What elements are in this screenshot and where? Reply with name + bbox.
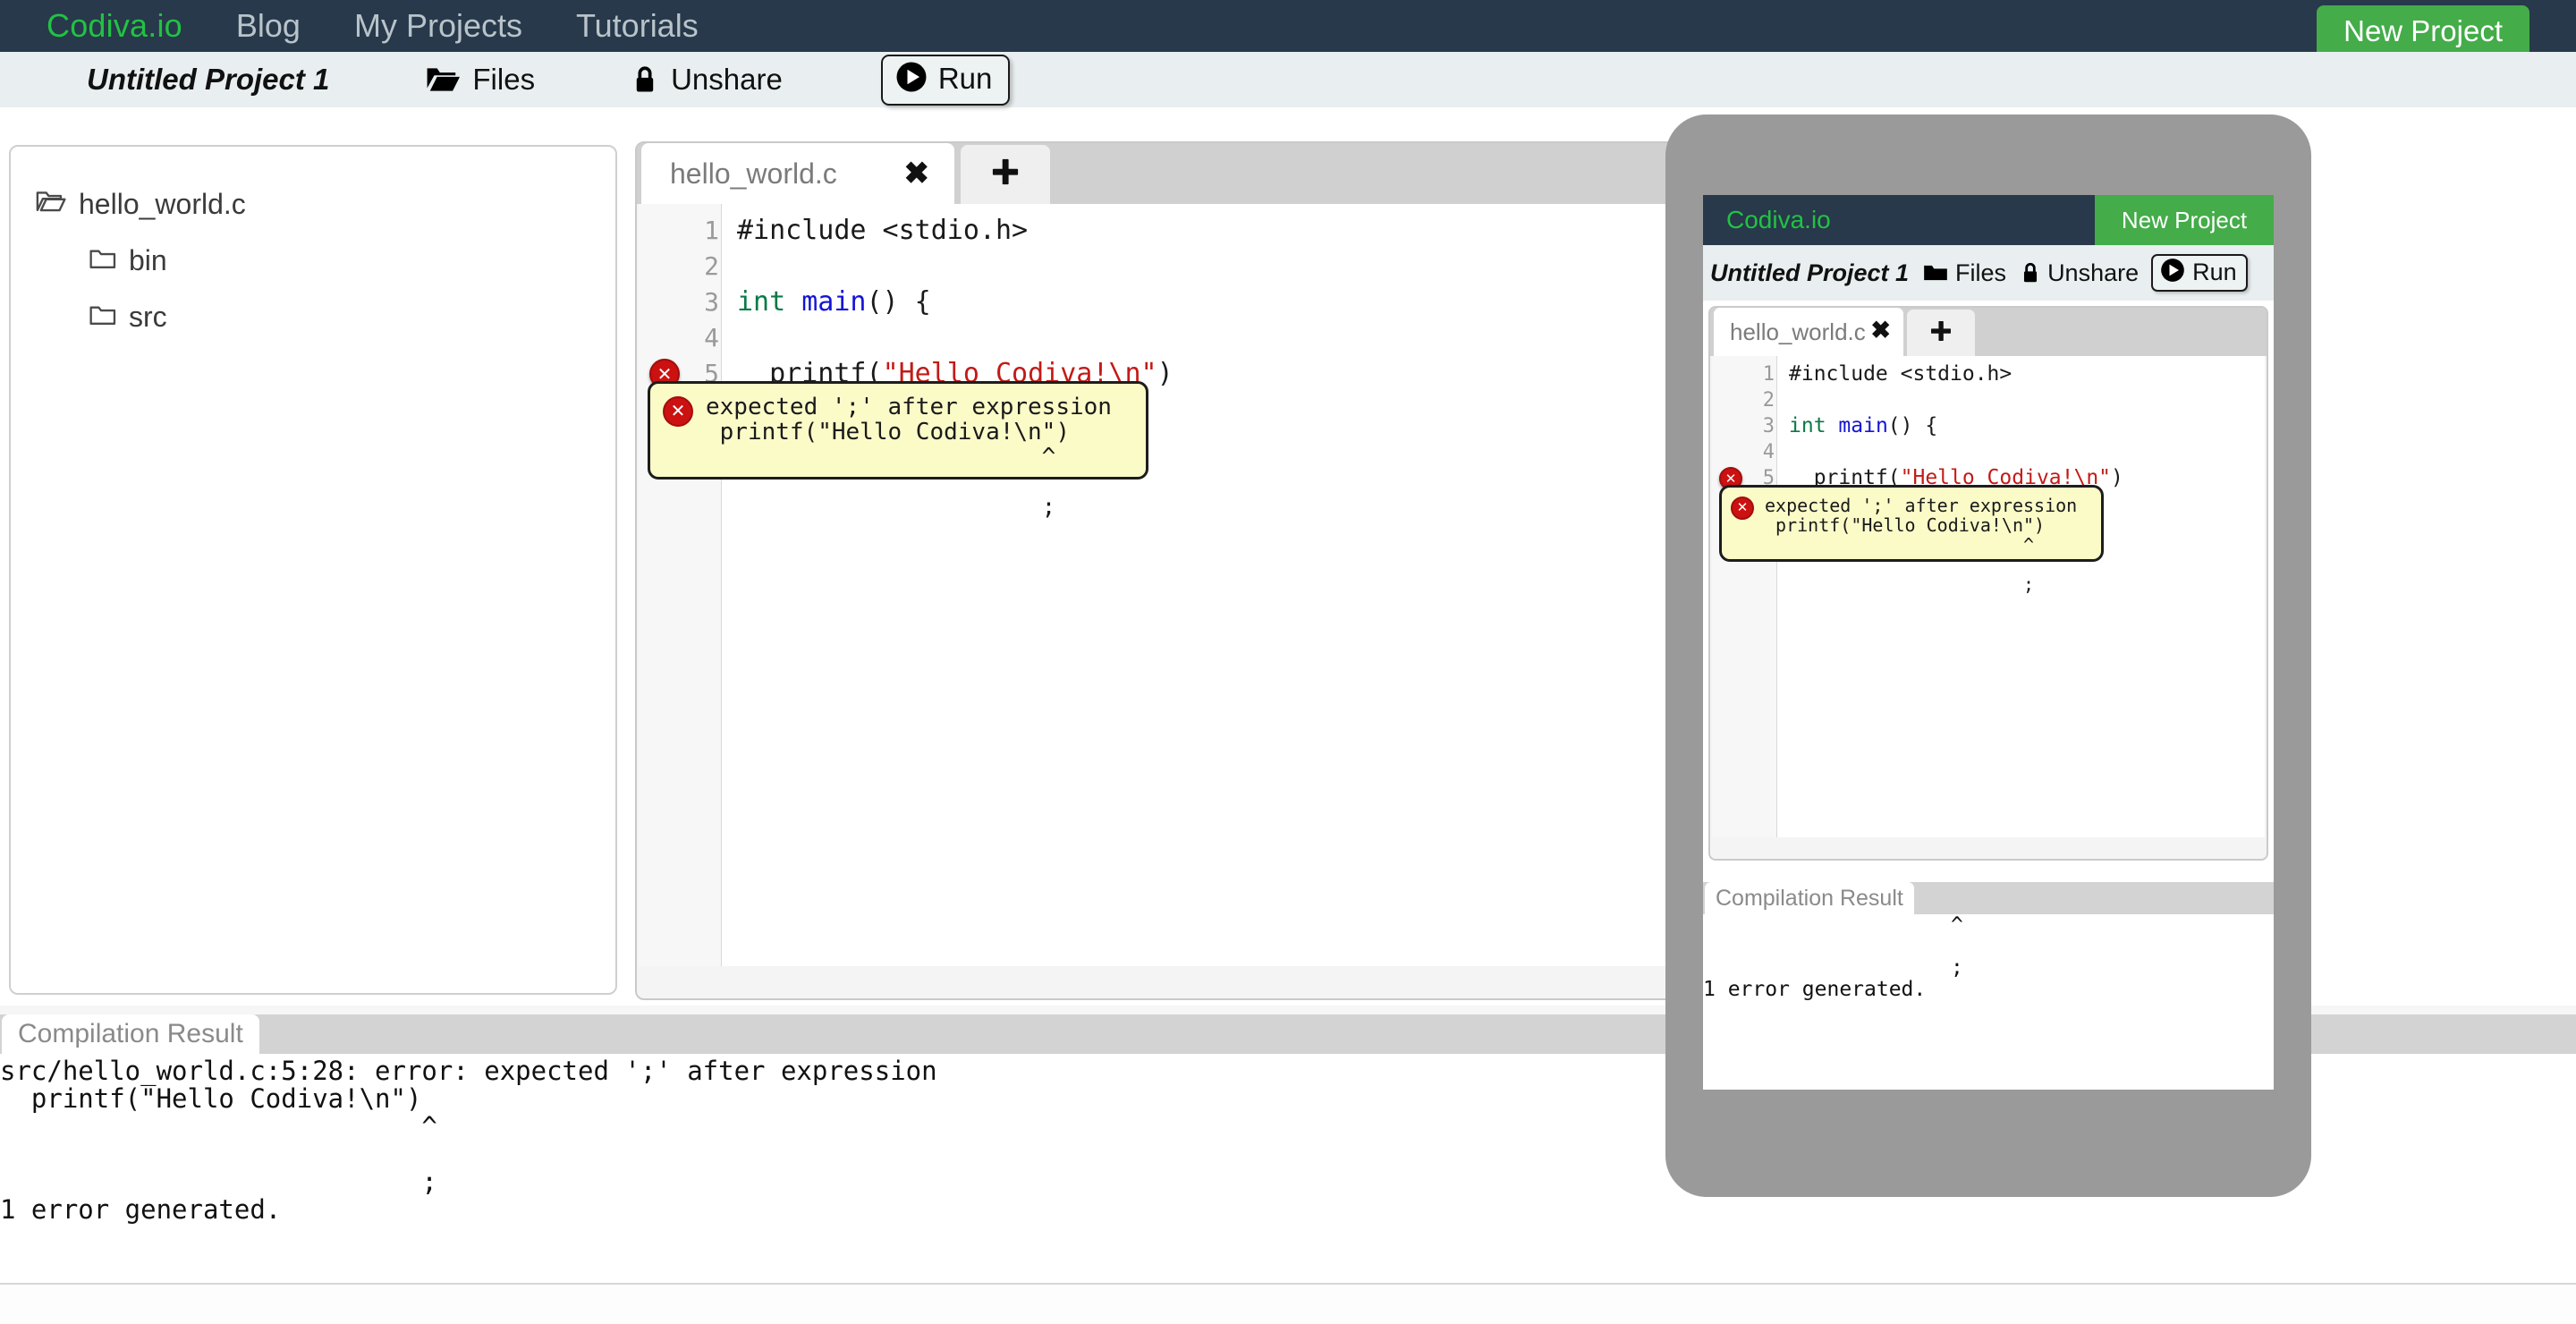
- phone-tab-hello-world-c[interactable]: hello_world.c ✖: [1714, 308, 1903, 356]
- code-text: int main() {: [737, 286, 931, 318]
- file-tree-root-label: hello_world.c: [79, 188, 246, 220]
- nav-link-tutorials[interactable]: Tutorials: [576, 7, 699, 45]
- tab-compilation-result[interactable]: Compilation Result: [2, 1014, 259, 1054]
- code-text: #include <stdio.h>: [1789, 362, 2012, 386]
- phone-mockup: Codiva.io New Project Untitled Project 1…: [1665, 115, 2311, 1197]
- phone-page-title: Untitled Project 1: [1710, 259, 1910, 286]
- run-button[interactable]: Run: [880, 54, 1011, 106]
- file-tree-item-label: bin: [129, 244, 167, 276]
- phone-unshare-label: Unshare: [2047, 259, 2140, 286]
- plus-icon: [1928, 318, 1953, 348]
- phone-screen: Codiva.io New Project Untitled Project 1…: [1703, 195, 2274, 1090]
- phone-files-label: Files: [1955, 259, 2007, 286]
- app-root: Codiva.io Blog My Projects Tutorials New…: [0, 0, 2576, 1324]
- phone-files-button[interactable]: Files: [1923, 259, 2006, 287]
- folder-icon: [89, 301, 116, 334]
- play-circle-icon: [2160, 258, 2185, 287]
- bottom-strip: [0, 1283, 2576, 1324]
- lock-icon: [2021, 261, 2040, 284]
- folder-icon: [89, 244, 116, 277]
- phone-tab-label: hello_world.c: [1730, 318, 1866, 345]
- line-number: 1: [1762, 363, 1775, 386]
- folder-open-icon: [36, 188, 66, 221]
- line-number: 3: [1762, 415, 1775, 437]
- close-icon[interactable]: ✖: [904, 156, 930, 191]
- file-tree-item-label: src: [129, 301, 167, 333]
- code-line: 1 #include <stdio.h>: [1712, 361, 2265, 387]
- phone-new-project-button[interactable]: New Project: [2095, 195, 2274, 245]
- line-number: 1: [704, 216, 719, 245]
- phone-unshare-button[interactable]: Unshare: [2021, 259, 2139, 287]
- error-tooltip: ✕ expected ';' after expression printf("…: [648, 381, 1148, 520]
- line-number: 3: [704, 287, 719, 317]
- add-tab-button[interactable]: [961, 145, 1050, 204]
- new-project-button[interactable]: New Project: [2317, 5, 2529, 58]
- folder-open-icon: [426, 65, 461, 94]
- phone-add-tab-button[interactable]: [1907, 310, 1975, 356]
- phone-compilation-tab-bar: Compilation Result: [1703, 882, 2274, 914]
- tab-label: hello_world.c: [670, 157, 837, 190]
- file-tree-item-src[interactable]: src: [89, 301, 615, 334]
- lock-icon: [631, 64, 658, 95]
- line-number: 2: [704, 251, 719, 281]
- code-text: int main() {: [1789, 414, 1938, 437]
- files-label: Files: [472, 63, 536, 96]
- phone-editor-tab-bar: hello_world.c ✖: [1710, 308, 2267, 356]
- nav-link-my-projects[interactable]: My Projects: [354, 7, 522, 45]
- page-title: Untitled Project 1: [87, 63, 330, 96]
- phone-compilation-result-panel: Compilation Result ^ ; 1 error generated…: [1703, 882, 2274, 1000]
- nav-link-blog[interactable]: Blog: [236, 7, 301, 45]
- code-line: 2: [1712, 387, 2265, 413]
- code-line: 3 int main() {: [1712, 413, 2265, 439]
- phone-error-tooltip-text: expected ';' after expression printf("He…: [1765, 495, 2078, 595]
- top-navbar: Codiva.io Blog My Projects Tutorials New…: [0, 0, 2576, 58]
- phone-code-area[interactable]: 1 #include <stdio.h> 2 3 int main() {4 5 prin…: [1712, 356, 2265, 837]
- line-number: 4: [1762, 441, 1775, 463]
- error-tooltip-icon: ✕: [663, 396, 693, 427]
- code-line: 4: [1712, 439, 2265, 465]
- phone-run-button[interactable]: Run: [2151, 254, 2248, 292]
- phone-navbar: Codiva.io New Project: [1703, 195, 2274, 245]
- phone-error-tooltip: ✕ expected ';' after expression printf("…: [1719, 485, 2104, 594]
- unshare-label: Unshare: [671, 63, 783, 96]
- phone-tab-compilation-result[interactable]: Compilation Result: [1705, 882, 1914, 914]
- code-text: #include <stdio.h>: [737, 215, 1029, 246]
- play-circle-icon: [895, 61, 928, 98]
- line-number: 2: [1762, 389, 1775, 412]
- project-toolbar: Untitled Project 1 Files Unshare Run: [0, 52, 2576, 107]
- file-tree-panel: hello_world.c bin src: [9, 145, 617, 995]
- phone-project-toolbar: Untitled Project 1 Files Unshare Run: [1703, 245, 2274, 301]
- folder-icon: [1923, 262, 1948, 284]
- phone-compilation-output: ^ ; 1 error generated.: [1703, 914, 2274, 1000]
- phone-run-label: Run: [2192, 259, 2237, 285]
- run-label: Run: [937, 62, 993, 95]
- close-icon[interactable]: ✖: [1870, 317, 1891, 344]
- line-number: 4: [704, 323, 719, 352]
- phone-brand-logo[interactable]: Codiva.io: [1726, 206, 1831, 234]
- error-tooltip-text: expected ';' after expression printf("He…: [706, 394, 1112, 521]
- file-tree-root[interactable]: hello_world.c: [36, 188, 615, 221]
- brand-logo[interactable]: Codiva.io: [47, 7, 182, 45]
- file-tree-item-bin[interactable]: bin: [89, 244, 615, 277]
- phone-code-editor-panel: hello_world.c ✖ 1 #include <stdio.h> 2 3…: [1708, 306, 2268, 861]
- tab-hello-world-c[interactable]: hello_world.c ✖: [641, 143, 954, 204]
- files-button[interactable]: Files: [426, 63, 535, 97]
- unshare-button[interactable]: Unshare: [631, 63, 783, 97]
- phone-error-tooltip-icon: ✕: [1731, 496, 1754, 520]
- plus-icon: [989, 156, 1021, 194]
